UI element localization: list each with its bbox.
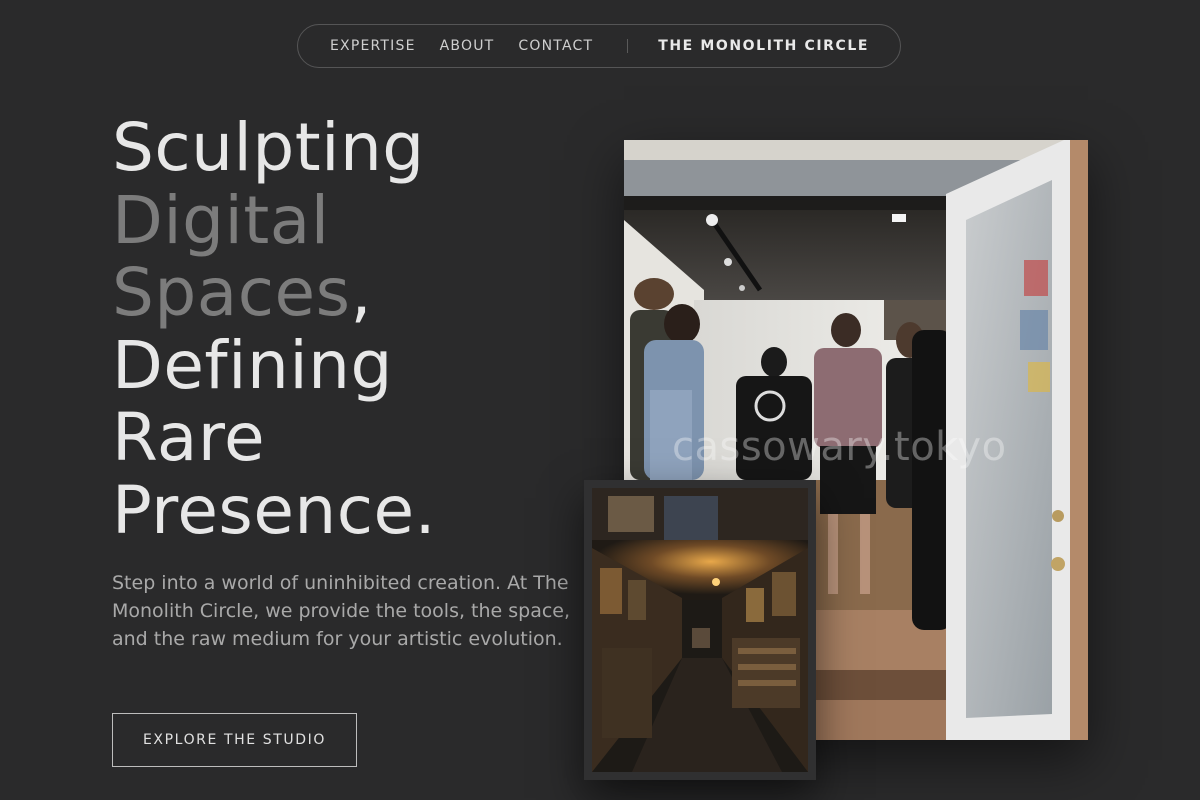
landing-page: EXPERTISE ABOUT CONTACT THE MONOLITH CIR… — [0, 0, 1200, 800]
hero-title: Sculpting Digital Spaces, Defining Rare … — [112, 109, 437, 549]
hero-description: Step into a world of uninhibited creatio… — [112, 572, 571, 650]
hero-title-line-3: Spaces, — [112, 254, 436, 331]
nav-link-contact[interactable]: CONTACT — [518, 38, 593, 54]
hero-title-line-1: Sculpting — [112, 109, 425, 186]
hero-title-line-6: Presence. — [112, 471, 437, 549]
explore-studio-button[interactable]: EXPLORE THE STUDIO — [112, 713, 357, 767]
hero-title-line-5: Rare — [112, 399, 266, 476]
hero-title-line-2: Digital — [112, 181, 330, 259]
nav-divider — [627, 39, 629, 53]
nav-link-expertise[interactable]: EXPERTISE — [330, 38, 416, 54]
art-storage-photo — [584, 480, 816, 780]
photo-watermark: cassowary.tokyo — [672, 424, 1007, 470]
nav-link-about[interactable]: ABOUT — [440, 38, 495, 54]
art-storage-illustration — [592, 488, 808, 772]
hero-title-line-4: Defining — [112, 326, 393, 404]
top-nav: EXPERTISE ABOUT CONTACT THE MONOLITH CIR… — [297, 24, 901, 68]
brand-name[interactable]: THE MONOLITH CIRCLE — [658, 38, 869, 54]
hero-title-spaces: Spaces — [112, 254, 351, 331]
hero-title-comma: , — [350, 254, 372, 331]
